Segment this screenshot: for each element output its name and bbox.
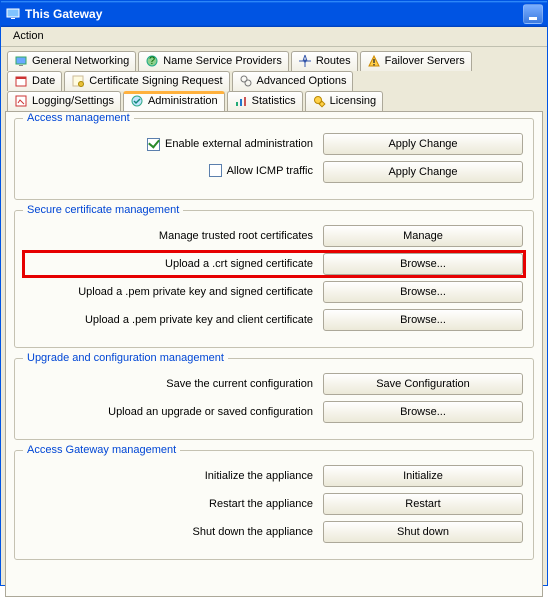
restart-button[interactable]: Restart — [323, 493, 523, 515]
row-upload-crt: Upload a .crt signed certificate Browse..… — [25, 253, 523, 275]
group-upgrade: Upgrade and configuration management Sav… — [14, 358, 534, 440]
general-networking-icon — [14, 54, 28, 68]
row-save-config: Save the current configuration Save Confi… — [25, 373, 523, 395]
tab-label: Administration — [148, 95, 218, 107]
label-initialize: Initialize the appliance — [25, 470, 313, 482]
name-service-icon: ? — [145, 54, 159, 68]
tab-administration[interactable]: Administration — [123, 91, 225, 111]
tab-name-service[interactable]: ? Name Service Providers — [138, 51, 289, 71]
tab-failover[interactable]: Failover Servers — [360, 51, 472, 71]
tab-label: Failover Servers — [385, 55, 465, 67]
legend-upgrade: Upgrade and configuration management — [23, 352, 228, 364]
tab-general-networking[interactable]: General Networking — [7, 51, 136, 71]
tab-date[interactable]: Date — [7, 71, 62, 91]
tab-advanced[interactable]: Advanced Options — [232, 71, 354, 91]
upload-pem-signed-button[interactable]: Browse... — [323, 281, 523, 303]
shutdown-button[interactable]: Shut down — [323, 521, 523, 543]
allow-icmp-checkbox[interactable]: Allow ICMP traffic — [209, 164, 313, 177]
legend-access: Access management — [23, 112, 134, 124]
menu-action[interactable]: Action — [7, 29, 50, 43]
tab-label: Routes — [316, 55, 351, 67]
tab-statistics[interactable]: Statistics — [227, 91, 303, 111]
row-initialize: Initialize the appliance Initialize — [25, 465, 523, 487]
tab-label: Licensing — [330, 95, 376, 107]
tab-label: Logging/Settings — [32, 95, 114, 107]
date-icon — [14, 74, 28, 88]
row-upload-config: Upload an upgrade or saved configuration… — [25, 401, 523, 423]
failover-icon — [367, 54, 381, 68]
upload-pem-client-button[interactable]: Browse... — [323, 309, 523, 331]
label-save-config: Save the current configuration — [25, 378, 313, 390]
svg-text:?: ? — [149, 55, 155, 67]
window: This Gateway Action General Networking? N… — [0, 0, 548, 586]
titlebar: This Gateway — [1, 1, 547, 27]
csr-icon — [71, 74, 85, 88]
row-manage-root-certs: Manage trusted root certificates Manage — [25, 225, 523, 247]
tab-label: General Networking — [32, 55, 129, 67]
monitor-icon — [5, 6, 21, 22]
administration-icon — [130, 94, 144, 108]
enable-external-admin-checkbox[interactable]: Enable external administration — [147, 138, 313, 151]
manage-root-certs-button[interactable]: Manage — [323, 225, 523, 247]
label-manage-root-certs: Manage trusted root certificates — [25, 230, 313, 242]
label-restart: Restart the appliance — [25, 498, 313, 510]
row-shutdown: Shut down the appliance Shut down — [25, 521, 523, 543]
group-secure: Secure certificate management Manage tru… — [14, 210, 534, 348]
group-gateway: Access Gateway management Initialize the… — [14, 450, 534, 560]
label-upload-crt: Upload a .crt signed certificate — [25, 258, 313, 270]
licensing-icon — [312, 94, 326, 108]
menubar: Action — [1, 27, 547, 47]
allow-icmp-label: Allow ICMP traffic — [227, 165, 313, 177]
row-upload-pem-signed: Upload a .pem private key and signed cer… — [25, 281, 523, 303]
tab-routes[interactable]: Routes — [291, 51, 358, 71]
row-upload-pem-client: Upload a .pem private key and client cer… — [25, 309, 523, 331]
group-access: Access management Enable external admini… — [14, 118, 534, 200]
label-shutdown: Shut down the appliance — [25, 526, 313, 538]
apply-change-button-1[interactable]: Apply Change — [323, 133, 523, 155]
checkbox-icon — [147, 138, 160, 151]
routes-icon — [298, 54, 312, 68]
label-upload-config: Upload an upgrade or saved configuration — [25, 406, 313, 418]
initialize-button[interactable]: Initialize — [323, 465, 523, 487]
logging-icon — [14, 94, 28, 108]
tab-label: Date — [32, 75, 55, 87]
tab-csr[interactable]: Certificate Signing Request — [64, 71, 229, 91]
admin-panel: Access management Enable external admini… — [5, 111, 543, 597]
tab-licensing[interactable]: Licensing — [305, 91, 383, 111]
tab-logging[interactable]: Logging/Settings — [7, 91, 121, 111]
window-title: This Gateway — [25, 7, 523, 21]
tab-label: Certificate Signing Request — [89, 75, 222, 87]
tabstrip: General Networking? Name Service Provider… — [1, 47, 547, 111]
upload-crt-button[interactable]: Browse... — [323, 253, 523, 275]
apply-change-button-2[interactable]: Apply Change — [323, 161, 523, 183]
statistics-icon — [234, 94, 248, 108]
minimize-button[interactable] — [523, 4, 543, 24]
upload-config-button[interactable]: Browse... — [323, 401, 523, 423]
save-config-button[interactable]: Save Configuration — [323, 373, 523, 395]
legend-gateway: Access Gateway management — [23, 444, 180, 456]
advanced-icon — [239, 74, 253, 88]
tab-label: Name Service Providers — [163, 55, 282, 67]
checkbox-icon — [209, 164, 222, 177]
enable-external-admin-label: Enable external administration — [165, 138, 313, 150]
label-upload-pem-signed: Upload a .pem private key and signed cer… — [25, 286, 313, 298]
tab-label: Advanced Options — [257, 75, 347, 87]
legend-secure: Secure certificate management — [23, 204, 183, 216]
row-restart: Restart the appliance Restart — [25, 493, 523, 515]
tab-label: Statistics — [252, 95, 296, 107]
label-upload-pem-client: Upload a .pem private key and client cer… — [25, 314, 313, 326]
